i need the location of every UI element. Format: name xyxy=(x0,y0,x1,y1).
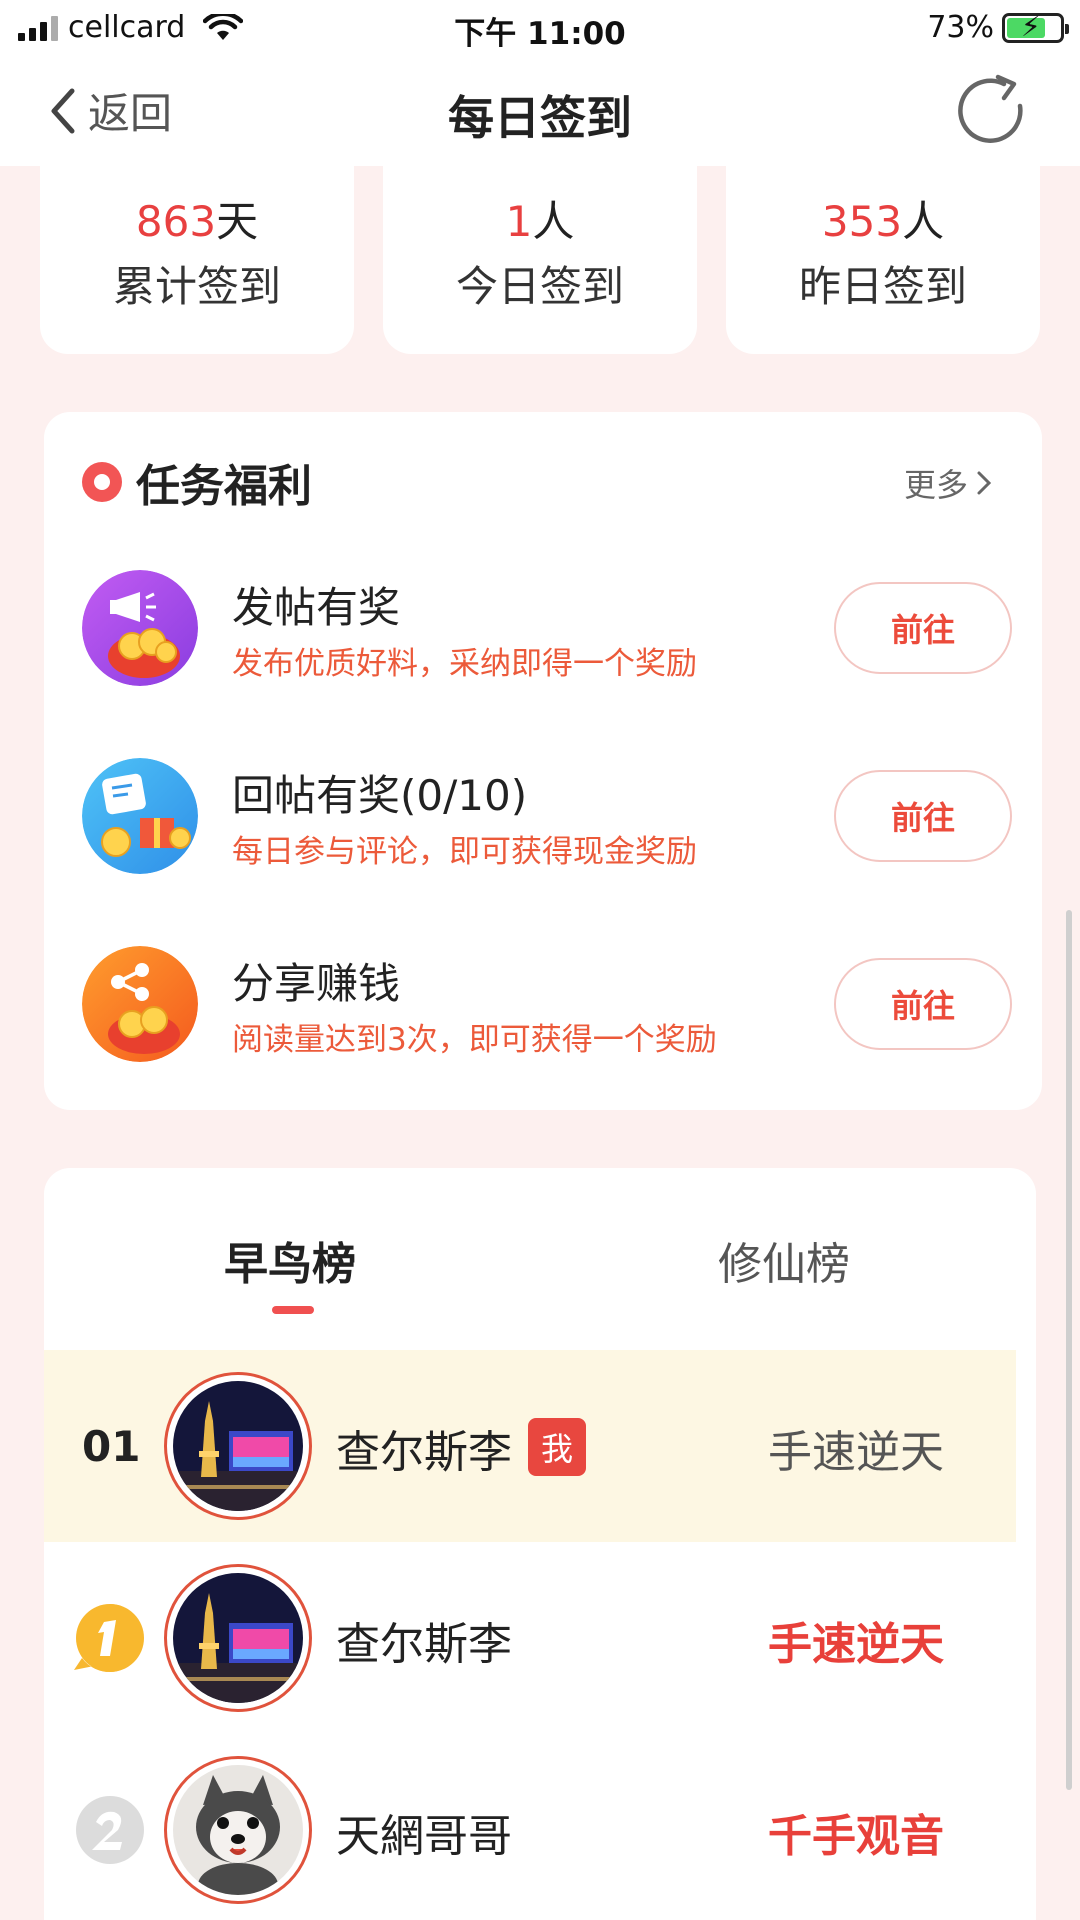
chevron-right-icon xyxy=(977,471,992,495)
status-right: 73% ⚡ xyxy=(927,9,1069,45)
task-item-post: 发帖有奖 发布优质好料，采纳即得一个奖励 前往 xyxy=(82,570,1012,690)
task-desc: 每日参与评论，即可获得现金奖励 xyxy=(232,834,697,870)
more-label: 更多 xyxy=(903,466,968,504)
stat-card-yesterday: 353人 昨日签到 xyxy=(726,166,1040,354)
rank-title: 手速逆天 xyxy=(768,1619,944,1670)
page-title: 每日签到 xyxy=(448,91,632,145)
tasks-title: 任务福利 xyxy=(136,461,312,512)
comment-gift-icon xyxy=(82,758,198,874)
stat-value: 1人 xyxy=(383,188,697,249)
night-city-avatar xyxy=(173,1573,303,1703)
me-badge: 我 xyxy=(528,1418,586,1476)
stat-value: 353人 xyxy=(726,188,1040,249)
user-name: 天網哥哥 xyxy=(336,1811,512,1862)
stat-label: 累计签到 xyxy=(112,262,281,311)
task-title: 回帖有奖(0/10) xyxy=(232,771,528,820)
gold-medal-icon xyxy=(74,1604,144,1672)
ring-dot-icon xyxy=(82,462,122,502)
avatar xyxy=(164,1564,312,1712)
rank-title: 手速逆天 xyxy=(768,1427,944,1478)
stat-unit: 人 xyxy=(532,197,575,246)
charging-bolt-icon: ⚡ xyxy=(1021,9,1041,43)
refresh-icon[interactable] xyxy=(954,74,1030,150)
night-city-avatar xyxy=(173,1381,303,1511)
battery-percent: 73% xyxy=(927,10,994,45)
ranking-row[interactable]: 查尔斯李 手速逆天 xyxy=(44,1542,1016,1734)
rank-number: 01 xyxy=(82,1422,141,1471)
stat-unit: 人 xyxy=(902,197,945,246)
task-desc: 发布优质好料，采纳即得一个奖励 xyxy=(232,646,697,682)
ranking-row-me[interactable]: 01 查尔斯李 我 手速逆天 xyxy=(44,1350,1016,1542)
avatar xyxy=(164,1372,312,1520)
stat-number: 353 xyxy=(821,197,903,246)
ranking-card: 早鸟榜 修仙榜 01 查尔斯李 我 手速逆天 查尔斯李 手速逆天 天網哥哥 千手… xyxy=(44,1168,1036,1920)
stat-card-today: 1人 今日签到 xyxy=(383,166,697,354)
tasks-header: 任务福利 xyxy=(82,450,312,514)
task-item-share: 分享赚钱 阅读量达到3次，即可获得一个奖励 前往 xyxy=(82,946,1012,1066)
stat-label: 今日签到 xyxy=(455,262,624,311)
ranking-row[interactable]: 天網哥哥 千手观音 xyxy=(44,1734,1016,1920)
nav-bar: 返回 每日签到 xyxy=(0,58,1080,166)
avatar xyxy=(164,1756,312,1907)
user-name: 查尔斯李 xyxy=(336,1427,512,1478)
stat-card-total: 863天 累计签到 xyxy=(40,166,354,354)
task-desc: 阅读量达到3次，即可获得一个奖励 xyxy=(232,1022,717,1058)
more-link[interactable]: 更多 xyxy=(904,460,992,506)
task-title: 分享赚钱 xyxy=(232,959,401,1008)
silver-medal-icon xyxy=(76,1796,144,1864)
go-button[interactable]: 前往 xyxy=(834,582,1012,674)
go-button[interactable]: 前往 xyxy=(834,770,1012,862)
active-tab-indicator xyxy=(272,1306,314,1314)
task-item-reply: 回帖有奖(0/10) 每日参与评论，即可获得现金奖励 前往 xyxy=(82,758,1012,878)
stat-value: 863天 xyxy=(40,188,354,249)
status-bar: cellcard 下午 11:00 73% ⚡ xyxy=(0,0,1080,58)
scrollbar[interactable] xyxy=(1066,910,1072,1790)
husky-plush-avatar xyxy=(173,1765,303,1907)
user-name: 查尔斯李 xyxy=(336,1619,512,1670)
share-coins-icon xyxy=(82,946,198,1062)
stat-number: 863 xyxy=(135,197,217,246)
tab-early-bird[interactable]: 早鸟榜 xyxy=(224,1228,356,1292)
task-title: 发帖有奖 xyxy=(232,583,401,632)
rank-title: 千手观音 xyxy=(768,1811,944,1862)
stat-label: 昨日签到 xyxy=(798,262,967,311)
tasks-card: 任务福利 更多 发帖有奖 发布优质好料，采纳即得一个奖励 前往 回帖有奖(0/1… xyxy=(44,412,1042,1110)
stat-unit: 天 xyxy=(216,197,259,246)
megaphone-coins-icon xyxy=(82,570,198,686)
battery-icon: ⚡ xyxy=(1002,9,1069,43)
status-time: 下午 11:00 xyxy=(454,16,626,52)
tab-xiuxian[interactable]: 修仙榜 xyxy=(718,1228,850,1292)
go-button[interactable]: 前往 xyxy=(834,958,1012,1050)
stat-number: 1 xyxy=(505,197,533,246)
